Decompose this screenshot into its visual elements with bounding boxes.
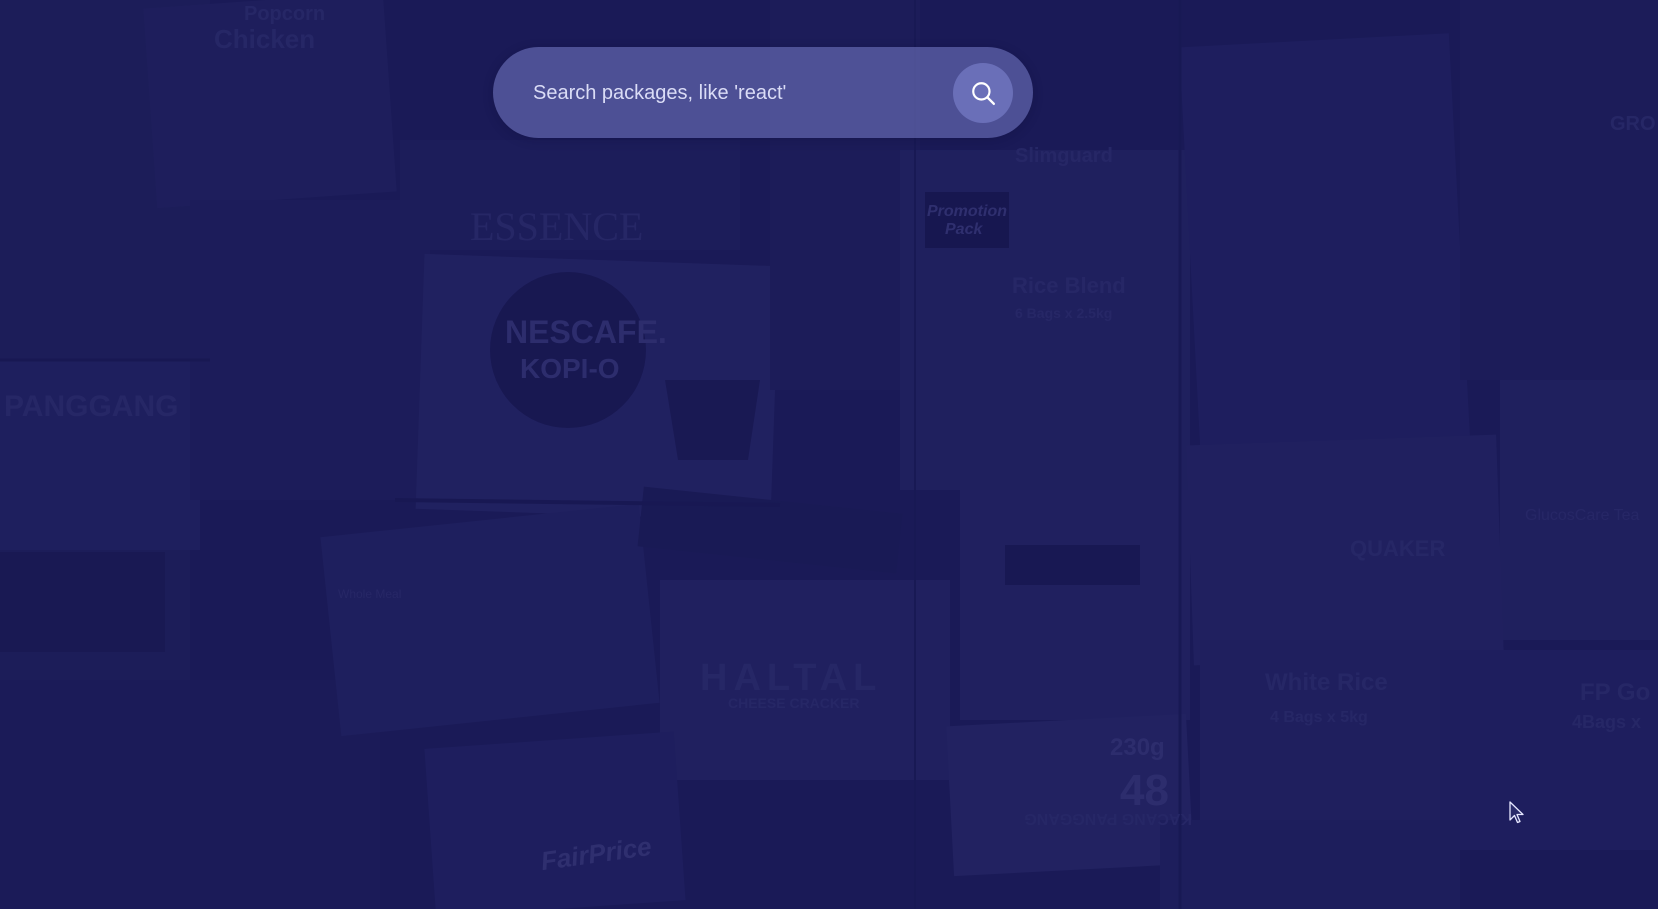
search-bar [493,47,1033,138]
search-input[interactable] [533,69,933,117]
app-page: Popcorn Chicken ESSENCE NESCAFE. KOPI-O … [0,0,1658,909]
mouse-pointer-icon [1509,801,1524,824]
search-button[interactable] [953,63,1013,123]
search-icon [972,82,996,106]
